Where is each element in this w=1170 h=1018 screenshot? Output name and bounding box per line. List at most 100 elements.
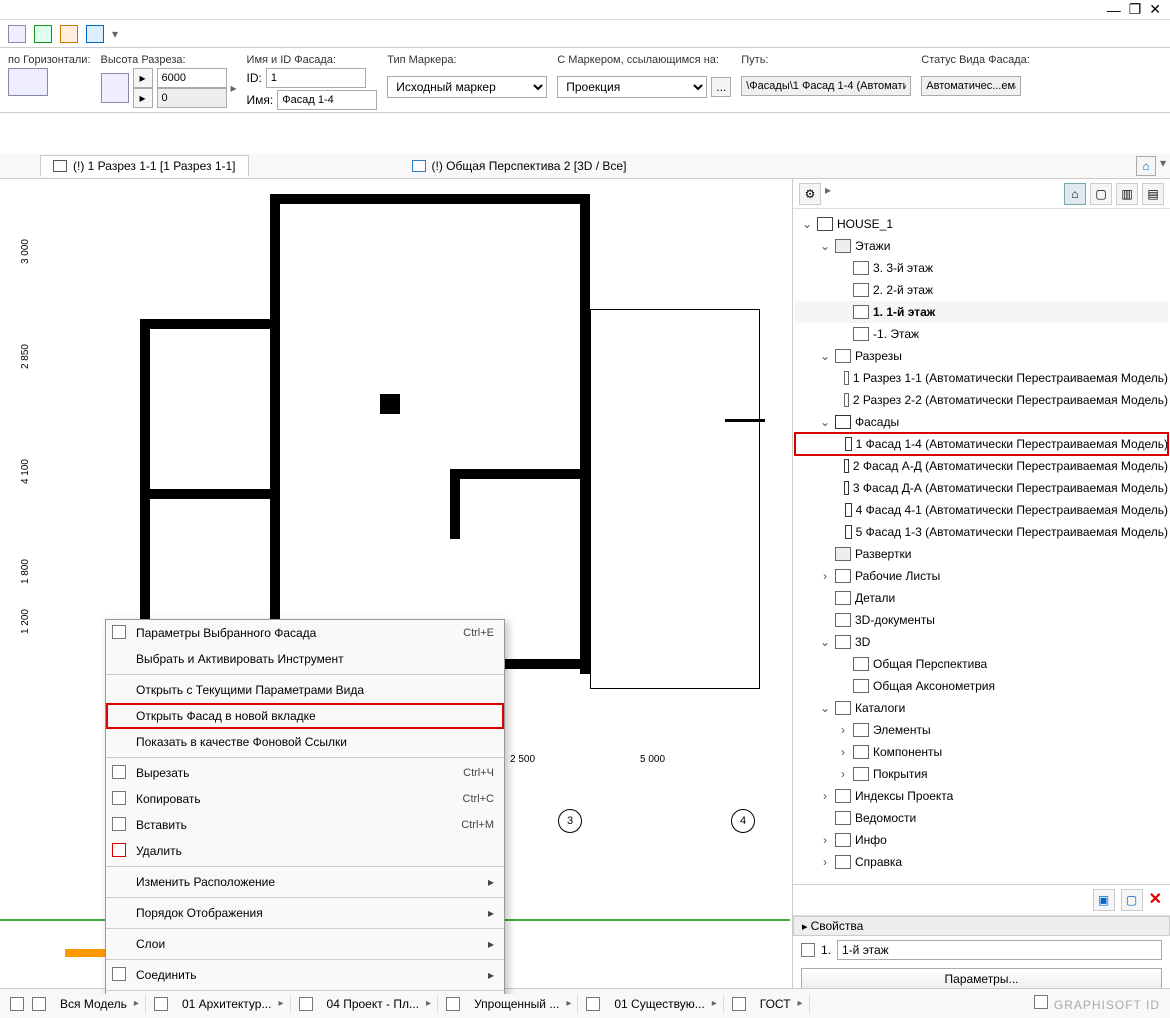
params-button[interactable]: Параметры... (801, 968, 1162, 990)
name-input[interactable] (277, 90, 377, 110)
tree-item[interactable]: ⌄Фасады (795, 411, 1168, 433)
tree-item[interactable]: ⌄Этажи (795, 235, 1168, 257)
new-view-icon[interactable]: ▣ (1093, 889, 1115, 911)
tree-item[interactable]: 1. 1-й этаж (795, 301, 1168, 323)
nav-publisher-icon[interactable]: ▤ (1142, 183, 1164, 205)
context-menu-item[interactable]: Открыть Фасад в новой вкладке (106, 703, 504, 729)
tree-item[interactable]: 5 Фасад 1-3 (Автоматически Перестраиваем… (795, 521, 1168, 543)
tree-item[interactable]: ›Компоненты (795, 741, 1168, 763)
height-top-input[interactable] (157, 68, 227, 88)
dropdown-icon[interactable]: ▾ (112, 27, 118, 41)
tree-item[interactable]: ⌄HOUSE_1 (795, 213, 1168, 235)
sb-dim-icon[interactable] (732, 997, 746, 1011)
tree-item[interactable]: -1. Этаж (795, 323, 1168, 345)
sb-layer-icon[interactable] (154, 997, 168, 1011)
tree-item[interactable]: ›Инфо (795, 829, 1168, 851)
sb-reno-icon[interactable] (586, 997, 600, 1011)
sb-existing[interactable]: 01 Существую... (608, 994, 723, 1014)
nav-view-icon[interactable]: ▢ (1090, 183, 1112, 205)
nav-map-icon[interactable]: ⌂ (1064, 183, 1086, 205)
tree-toggle-icon[interactable]: › (819, 855, 831, 869)
tree-toggle-icon[interactable]: › (819, 833, 831, 847)
tab-drop-icon[interactable]: ▾ (1160, 156, 1166, 176)
drawing-canvas[interactable]: 3 000 2 850 4 100 1 800 1 200 2 500 5 00… (0, 179, 792, 994)
tree-item[interactable]: 1 Разрез 1-1 (Автоматически Перестраивае… (795, 367, 1168, 389)
sb-icon-1[interactable] (10, 997, 24, 1011)
tree-toggle-icon[interactable]: ⌄ (819, 239, 831, 253)
sb-simplified[interactable]: Упрощенный ... (468, 994, 578, 1014)
tree-toggle-icon[interactable]: › (837, 767, 849, 781)
tool-2-icon[interactable] (34, 25, 52, 43)
tree-item[interactable]: ›Элементы (795, 719, 1168, 741)
sb-scale-icon[interactable] (299, 997, 313, 1011)
story-name-input[interactable] (837, 940, 1162, 960)
tree-item[interactable]: Развертки (795, 543, 1168, 565)
horiz-icon[interactable] (8, 68, 48, 96)
marker-ref-select[interactable]: Проекция (557, 76, 707, 98)
tree-toggle-icon[interactable]: ⌄ (819, 349, 831, 363)
tree-item[interactable]: ›Справка (795, 851, 1168, 873)
tree-item[interactable]: 1 Фасад 1-4 (Автоматически Перестраиваем… (795, 433, 1168, 455)
tree-item[interactable]: Ведомости (795, 807, 1168, 829)
sb-model[interactable]: Вся Модель (54, 994, 146, 1014)
tree-toggle-icon[interactable]: ⌄ (819, 415, 831, 429)
tree-item[interactable]: ⌄Разрезы (795, 345, 1168, 367)
tree-toggle-icon[interactable]: › (819, 569, 831, 583)
tree-toggle-icon[interactable]: ⌄ (801, 217, 813, 231)
marker-ref-more-button[interactable]: ... (711, 77, 731, 97)
sb-project[interactable]: 04 Проект - Пл... (321, 994, 439, 1014)
delete-view-icon[interactable]: ✕ (1149, 889, 1162, 911)
tree-toggle-icon[interactable]: › (837, 745, 849, 759)
height-drop-icon[interactable]: ▸ (231, 81, 237, 95)
props-section-header[interactable]: ▸ Свойства (793, 916, 1170, 936)
context-menu-item[interactable]: ВставитьCtrl+М (106, 812, 504, 838)
lock-top-icon[interactable]: ▸ (133, 68, 153, 88)
tree-toggle-icon[interactable]: › (819, 789, 831, 803)
tree-toggle-icon[interactable]: › (837, 723, 849, 737)
context-menu-item[interactable]: Параметры Выбранного ФасадаCtrl+E (106, 620, 504, 646)
context-menu-item[interactable]: Выбрать и Активировать Инструмент (106, 646, 504, 672)
tree-item[interactable]: 4 Фасад 4-1 (Автоматически Перестраиваем… (795, 499, 1168, 521)
id-input[interactable] (266, 68, 366, 88)
tab-section[interactable]: (!) 1 Разрез 1-1 [1 Разрез 1-1] (40, 155, 249, 177)
height-icon[interactable] (101, 73, 129, 103)
navigator-tree[interactable]: ⌄HOUSE_1⌄Этажи3. 3-й этаж2. 2-й этаж1. 1… (793, 209, 1170, 884)
tree-item[interactable]: ⌄Каталоги (795, 697, 1168, 719)
tree-item[interactable]: Детали (795, 587, 1168, 609)
tree-toggle-icon[interactable]: ⌄ (819, 701, 831, 715)
tree-item[interactable]: 3D-документы (795, 609, 1168, 631)
context-menu-item[interactable]: Слои▸ (106, 931, 504, 957)
tab-3d[interactable]: (!) Общая Перспектива 2 [3D / Все] (399, 155, 640, 177)
lock-bottom-icon[interactable]: ▸ (133, 88, 153, 108)
context-menu-item[interactable]: Показать в качестве Фоновой Ссылки (106, 729, 504, 755)
nav-drop-icon[interactable]: ▸ (825, 183, 831, 205)
tree-item[interactable]: 2 Разрез 2-2 (Автоматически Перестраивае… (795, 389, 1168, 411)
tree-item[interactable]: Общая Аксонометрия (795, 675, 1168, 697)
sb-mvo-icon[interactable] (446, 997, 460, 1011)
tree-toggle-icon[interactable]: ⌄ (819, 635, 831, 649)
context-menu-item[interactable]: Порядок Отображения▸ (106, 900, 504, 926)
tool-3-icon[interactable] (60, 25, 78, 43)
context-menu-item[interactable]: Удалить (106, 838, 504, 864)
close-button[interactable]: ✕ (1149, 1, 1161, 18)
tree-item[interactable]: 2 Фасад А-Д (Автоматически Перестраиваем… (795, 455, 1168, 477)
context-menu-item[interactable]: Соединить▸ (106, 962, 504, 988)
tree-item[interactable]: 2. 2-й этаж (795, 279, 1168, 301)
sb-icon-2[interactable] (32, 997, 46, 1011)
tree-item[interactable]: 3 Фасад Д-А (Автоматически Перестраиваем… (795, 477, 1168, 499)
context-menu-item[interactable]: Открыть с Текущими Параметрами Вида (106, 677, 504, 703)
marker-type-select[interactable]: Исходный маркер (387, 76, 547, 98)
context-menu-item[interactable]: Изменить Расположение▸ (106, 869, 504, 895)
context-menu-item[interactable]: Показать Выборку/Бегущую Рамку в 3DF5 (106, 993, 504, 994)
sb-arch[interactable]: 01 Архитектур... (176, 994, 291, 1014)
tree-item[interactable]: Общая Перспектива (795, 653, 1168, 675)
nav-layout-icon[interactable]: ▥ (1116, 183, 1138, 205)
sb-gost[interactable]: ГОСТ (754, 994, 810, 1014)
tree-item[interactable]: 3. 3-й этаж (795, 257, 1168, 279)
context-menu-item[interactable]: ВырезатьCtrl+Ч (106, 760, 504, 786)
clone-view-icon[interactable]: ▢ (1121, 889, 1143, 911)
tree-item[interactable]: ›Рабочие Листы (795, 565, 1168, 587)
tree-item[interactable]: ›Покрытия (795, 763, 1168, 785)
nav-settings-icon[interactable]: ⚙ (799, 183, 821, 205)
tool-4-icon[interactable] (86, 25, 104, 43)
